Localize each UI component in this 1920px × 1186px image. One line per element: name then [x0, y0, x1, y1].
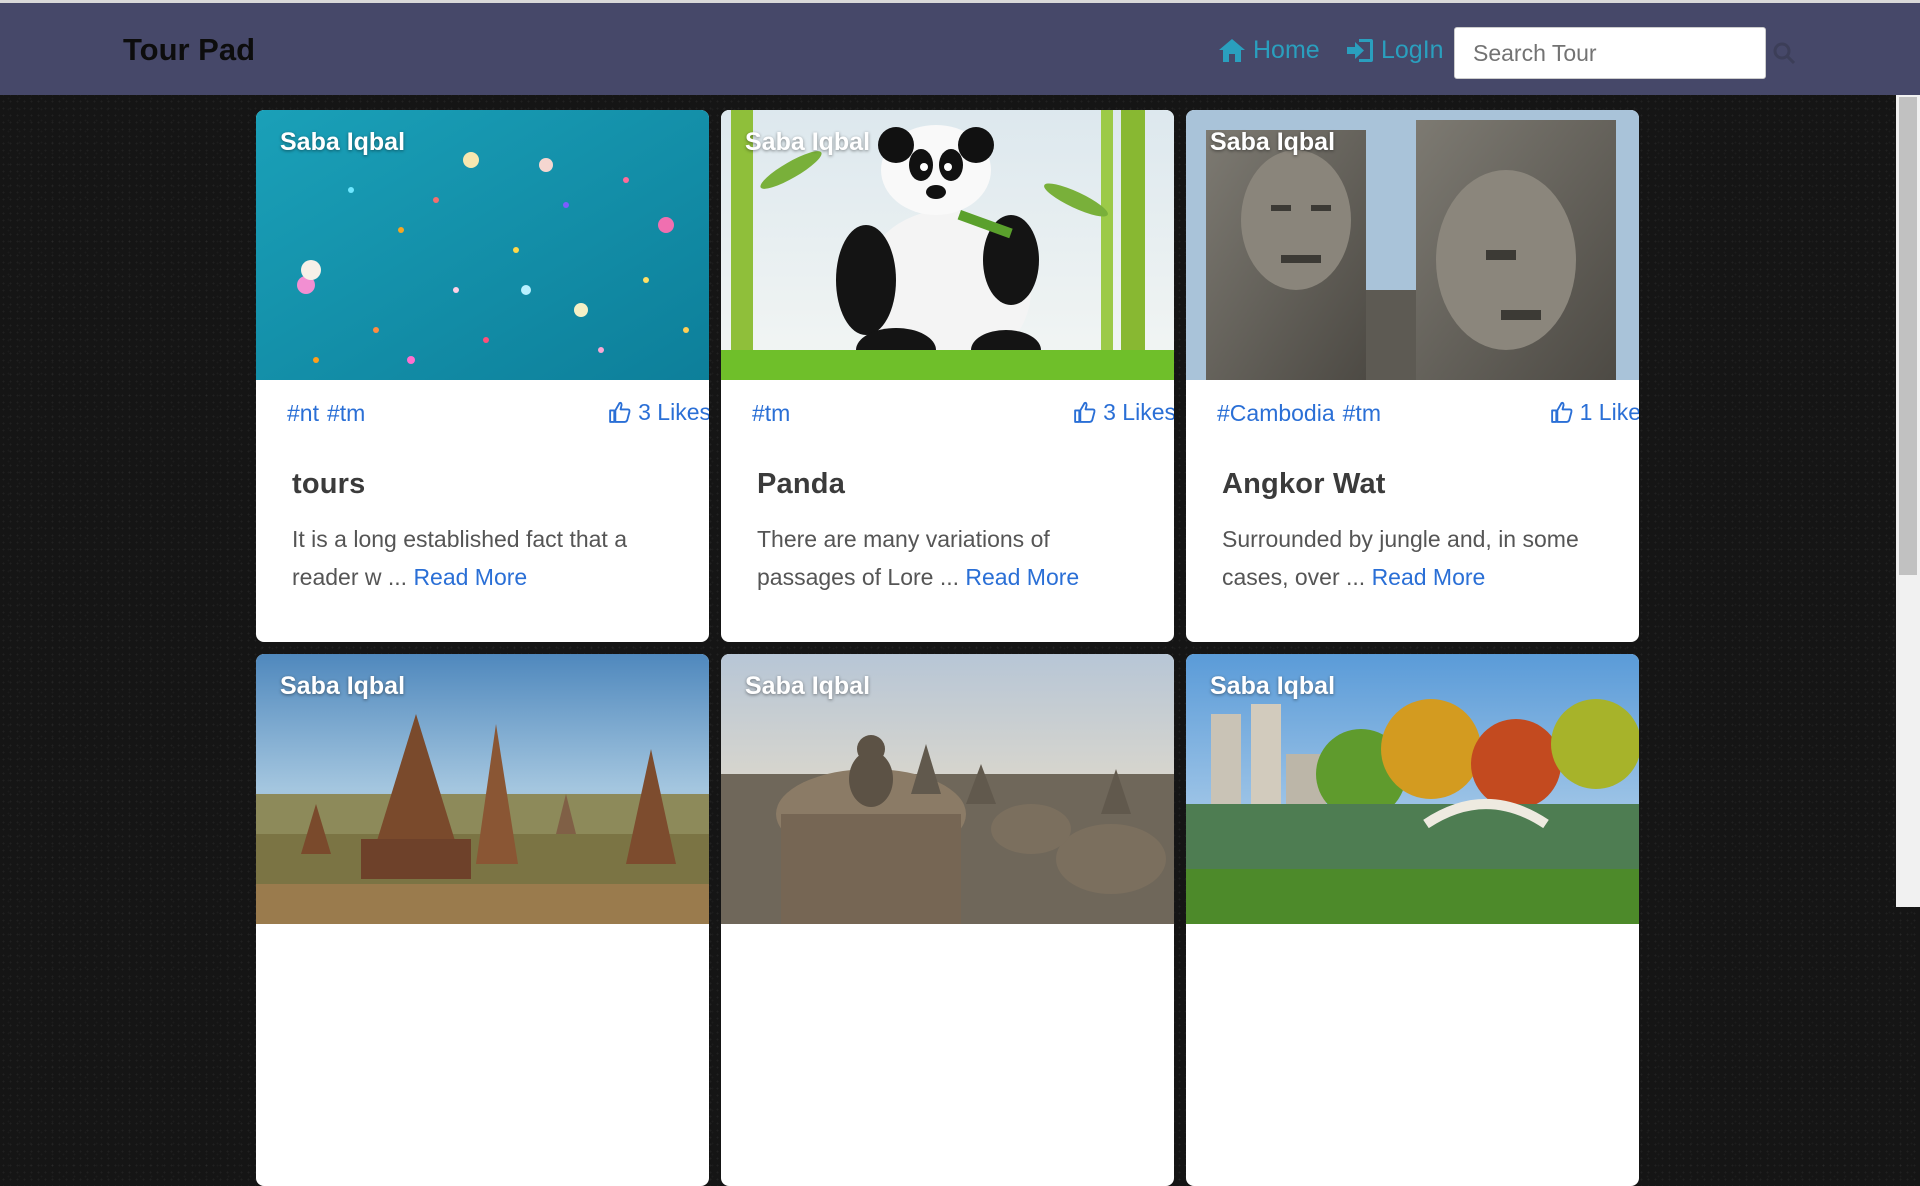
nav-home-label: Home: [1253, 36, 1320, 64]
search-icon[interactable]: [1772, 41, 1796, 65]
tour-card[interactable]: Saba Iqbal: [256, 654, 709, 1186]
search-input[interactable]: [1454, 27, 1766, 79]
likes-count: 3 Likes: [638, 399, 709, 425]
card-author: Saba Iqbal: [1210, 128, 1336, 156]
tour-card[interactable]: Saba Iqbal #tm 3 Likes Panda There are m…: [721, 110, 1174, 642]
tour-grid: Saba Iqbal #nt #tm 3 Likes tours It is a…: [256, 110, 1641, 1186]
likes-button[interactable]: 3 Likes: [607, 399, 709, 426]
thumbs-up-icon: [1074, 401, 1096, 423]
central-park-image[interactable]: Saba Iqbal: [1186, 654, 1639, 924]
card-tags: #Cambodia #tm: [1217, 400, 1381, 427]
card-title: tours: [292, 468, 366, 500]
card-author: Saba Iqbal: [280, 672, 406, 700]
likes-button[interactable]: 1 Like: [1549, 399, 1639, 426]
card-title: Angkor Wat: [1222, 468, 1386, 500]
tag-link[interactable]: #tm: [752, 400, 790, 427]
likes-button[interactable]: 3 Likes: [1072, 399, 1174, 426]
scrollbar-thumb[interactable]: [1899, 97, 1917, 575]
card-title: Panda: [757, 468, 846, 500]
navbar: Tour Pad Home LogIn: [0, 3, 1920, 95]
tour-card[interactable]: Saba Iqbal #nt #tm 3 Likes tours It is a…: [256, 110, 709, 642]
tag-link[interactable]: #Cambodia: [1217, 400, 1335, 427]
read-more-link[interactable]: Read More: [965, 564, 1079, 590]
bagan-temples-image[interactable]: Saba Iqbal: [256, 654, 709, 924]
tag-link[interactable]: #nt: [287, 400, 319, 427]
nav-login-label: LogIn: [1381, 36, 1444, 64]
tour-card[interactable]: Saba Iqbal #Cambodia #tm 1 Like Angkor W…: [1186, 110, 1639, 642]
likes-count: 1 Like: [1579, 399, 1639, 425]
tour-card[interactable]: Saba Iqbal: [721, 654, 1174, 1186]
home-icon: [1219, 39, 1245, 62]
panda-image[interactable]: Saba Iqbal: [721, 110, 1174, 380]
card-excerpt: Surrounded by jungle and, in some cases,…: [1222, 520, 1612, 596]
thumbs-up-icon: [609, 401, 631, 423]
read-more-link[interactable]: Read More: [413, 564, 527, 590]
nav-home-link[interactable]: Home: [1217, 36, 1320, 65]
card-excerpt: There are many variations of passages of…: [757, 520, 1147, 596]
card-tags: #tm: [752, 400, 790, 427]
thumbs-up-icon: [1550, 401, 1573, 423]
card-excerpt: It is a long established fact that a rea…: [292, 520, 682, 596]
nav-login-link[interactable]: LogIn: [1345, 36, 1444, 65]
angkor-wat-image[interactable]: Saba Iqbal: [1186, 110, 1639, 380]
likes-count: 3 Likes: [1103, 399, 1174, 425]
card-author: Saba Iqbal: [1210, 672, 1336, 700]
tag-link[interactable]: #tm: [1343, 400, 1381, 427]
sign-in-icon: [1347, 39, 1373, 62]
card-author: Saba Iqbal: [745, 672, 871, 700]
page-scrollbar[interactable]: [1896, 95, 1920, 907]
card-tags: #nt #tm: [287, 400, 365, 427]
read-more-link[interactable]: Read More: [1372, 564, 1486, 590]
tour-card[interactable]: Saba Iqbal: [1186, 654, 1639, 1186]
borobudur-image[interactable]: Saba Iqbal: [721, 654, 1174, 924]
tag-link[interactable]: #tm: [327, 400, 365, 427]
confetti-image[interactable]: Saba Iqbal: [256, 110, 709, 380]
brand-title[interactable]: Tour Pad: [123, 32, 255, 68]
card-author: Saba Iqbal: [280, 128, 406, 156]
card-author: Saba Iqbal: [745, 128, 871, 156]
